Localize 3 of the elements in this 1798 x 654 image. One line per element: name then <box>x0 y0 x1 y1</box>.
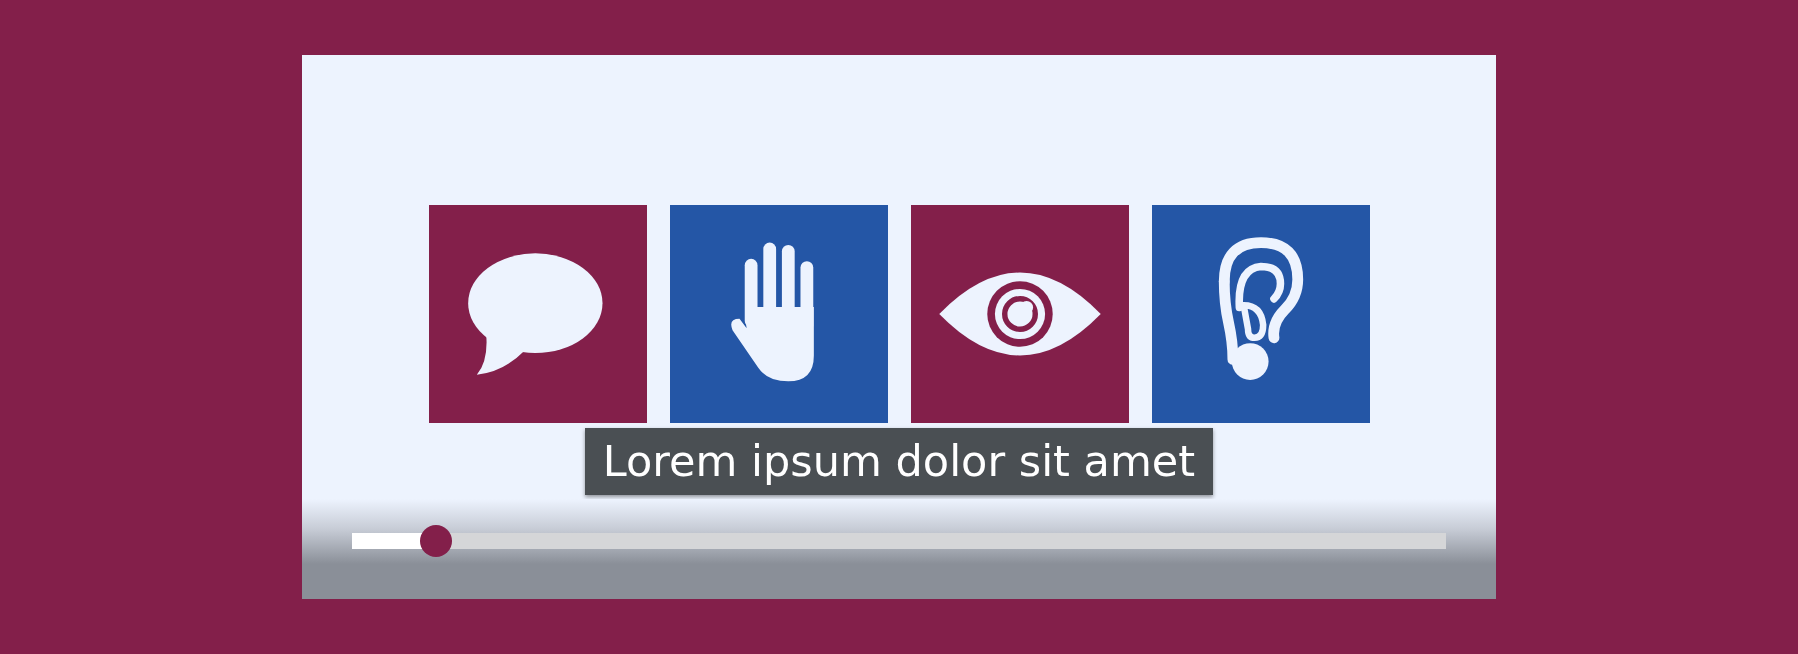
progress-thumb[interactable] <box>420 525 453 557</box>
progress-track[interactable] <box>352 525 1446 557</box>
caption: Lorem ipsum dolor sit amet <box>584 428 1214 495</box>
